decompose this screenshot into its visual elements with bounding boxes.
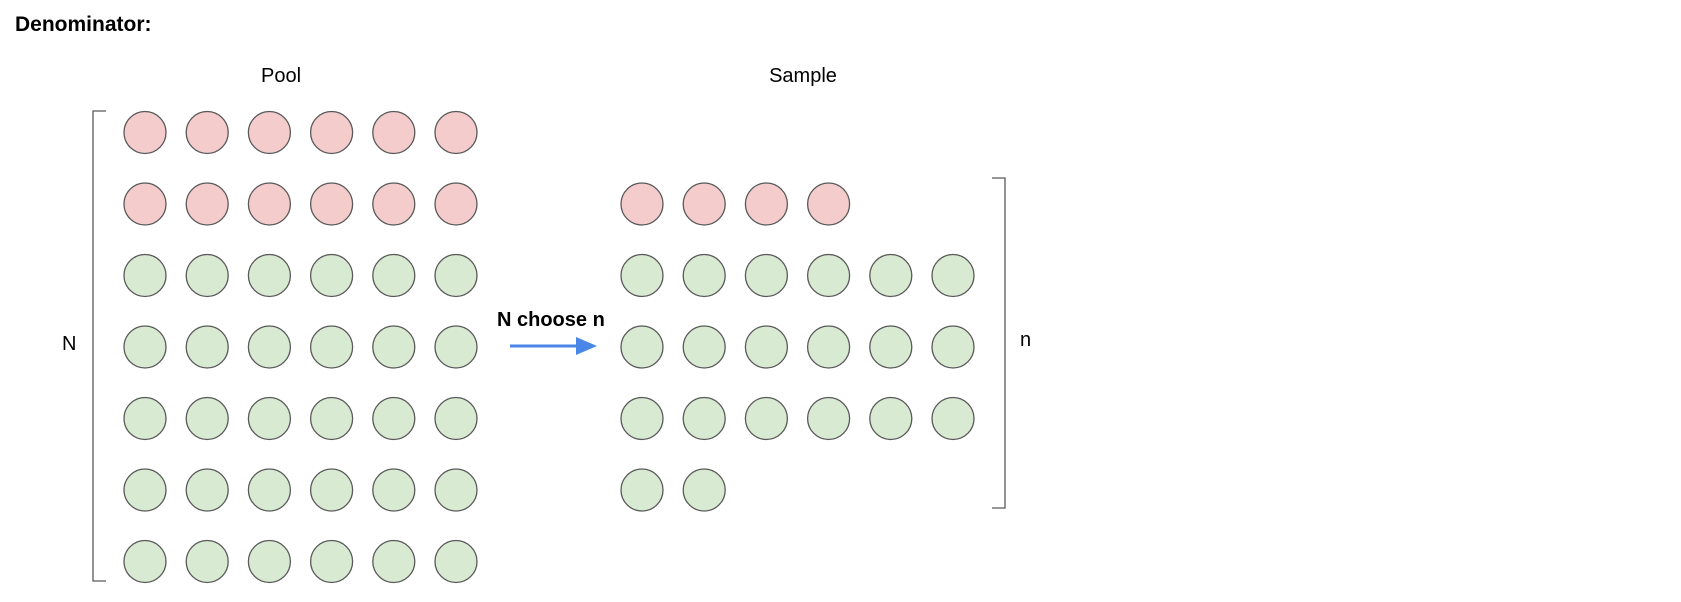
pool-green-ball [185,468,229,512]
sample-bracket [992,177,1006,509]
sample-green-ball [806,253,851,298]
pool-green-ball [309,468,354,512]
sample-green-ball [869,253,913,298]
pool-green-ball [372,325,416,369]
pool-green-ball [247,539,292,584]
sample-red-ball [806,182,851,226]
pool-red-ball [372,110,416,155]
sample-green-ball [869,396,913,441]
combination-diagram [92,110,1006,584]
pool-grid [123,110,478,584]
pool-green-ball [309,396,354,441]
pool-red-ball [185,182,229,226]
sample-green-ball [620,468,664,512]
pool-green-ball [372,396,416,441]
sample-green-ball [931,325,975,369]
pool-bracket-line [92,110,106,582]
sample-green-ball [744,396,789,441]
sample-red-ball [744,182,789,226]
pool-green-ball [247,396,292,441]
sample-green-ball [682,396,726,441]
pool-green-ball [434,468,478,512]
pool-green-ball [185,253,229,298]
pool-green-ball [372,468,416,512]
sample-grid [620,182,975,512]
sample-red-ball [682,182,726,226]
sample-green-ball [744,253,789,298]
sample-green-ball [744,325,789,369]
sample-green-ball [806,325,851,369]
pool-green-ball [123,539,167,584]
pool-red-ball [434,182,478,226]
pool-green-ball [434,253,478,298]
pool-green-ball [247,253,292,298]
pool-green-ball [434,539,478,584]
pool-green-ball [309,253,354,298]
arrow-head [576,337,597,355]
sample-green-ball [620,396,664,441]
sample-green-ball [806,396,851,441]
sample-green-ball [682,253,726,298]
sample-green-ball [869,325,913,369]
pool-green-ball [309,325,354,369]
pool-green-ball [123,396,167,441]
sample-bracket-line [992,177,1006,509]
sample-green-ball [931,253,975,298]
pool-green-ball [185,539,229,584]
sample-green-ball [682,325,726,369]
sample-green-ball [682,468,726,512]
sample-green-ball [931,396,975,441]
pool-red-ball [309,182,354,226]
pool-red-ball [123,110,167,155]
pool-red-ball [247,182,292,226]
pool-red-ball [372,182,416,226]
pool-green-ball [247,325,292,369]
pool-green-ball [123,325,167,369]
pool-green-ball [434,325,478,369]
pool-green-ball [185,396,229,441]
sample-red-ball [620,182,664,226]
pool-red-ball [434,110,478,155]
pool-bracket [92,110,106,582]
pool-red-ball [309,110,354,155]
pool-red-ball [185,110,229,155]
pool-green-ball [247,468,292,512]
pool-red-ball [123,182,167,226]
pool-green-ball [123,468,167,512]
pool-green-ball [372,539,416,584]
pool-green-ball [372,253,416,298]
pool-green-ball [309,539,354,584]
sample-green-ball [620,253,664,298]
pool-green-ball [185,325,229,369]
pool-green-ball [434,396,478,441]
sample-green-ball [620,325,664,369]
pool-red-ball [247,110,292,155]
arrow-right-icon [510,337,597,355]
pool-green-ball [123,253,167,298]
